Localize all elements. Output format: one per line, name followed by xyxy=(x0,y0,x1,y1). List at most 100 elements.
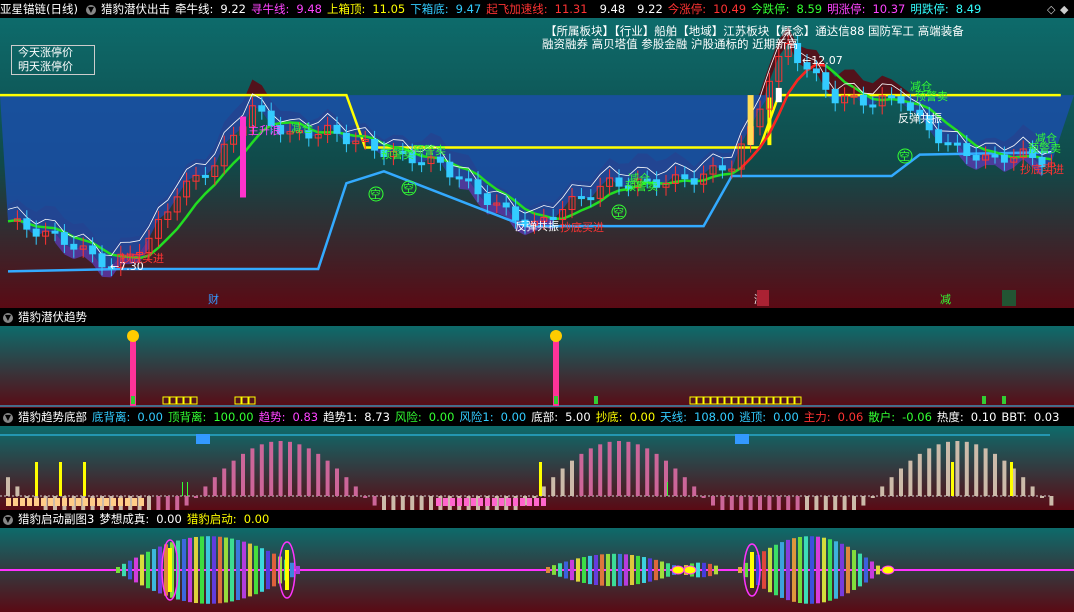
legend-value: 8.59 xyxy=(796,2,823,16)
trend-bar xyxy=(748,496,753,510)
bottom-panel[interactable] xyxy=(0,426,1074,510)
yellow-spike xyxy=(83,462,86,496)
candle-body xyxy=(89,245,97,255)
annotation-reduce: 减仓 xyxy=(291,121,313,135)
collapse-icon[interactable]: ▼ xyxy=(3,312,13,323)
annotation-warn: 预警卖 xyxy=(413,143,446,157)
trend-bar xyxy=(955,441,960,496)
bottom-dot xyxy=(55,498,60,506)
legend-value: 0.03 xyxy=(1033,410,1060,424)
candle-body xyxy=(51,230,59,234)
collapse-icon[interactable]: ▼ xyxy=(3,514,13,525)
bottom-chart[interactable] xyxy=(0,426,1074,510)
trend-title[interactable]: 猎豹潜伏趋势 xyxy=(18,310,87,324)
start-bar xyxy=(828,539,832,601)
trend-bar xyxy=(946,441,950,496)
start-dot xyxy=(671,565,685,575)
start-bar xyxy=(260,548,264,592)
main-panel[interactable]: 【所属板块】【行业】船舶【地域】江苏板块【概念】通达信88 国防军工 高端装备融… xyxy=(0,18,1074,308)
bottom-dot xyxy=(83,498,88,506)
legend-item: 风险: xyxy=(394,410,422,424)
collapse-icon[interactable]: ▼ xyxy=(3,412,13,423)
annotation-warn: 预警卖 xyxy=(1028,141,1061,155)
bottom-dot xyxy=(27,498,32,506)
candle-body xyxy=(483,193,491,206)
start-bar xyxy=(804,536,808,604)
candle-body xyxy=(258,105,266,112)
start-panel[interactable] xyxy=(0,528,1074,612)
diamond-outline-icon[interactable]: ◇ xyxy=(1047,3,1055,16)
legend-item: 风险1: xyxy=(459,410,494,424)
maximize-icon[interactable]: ◆ xyxy=(1060,3,1068,16)
concepts-line-2: 融资融券 高贝塔值 参股金融 沪股通标的 近期新高 xyxy=(542,37,798,51)
trend-bar xyxy=(823,496,828,510)
trend-bar xyxy=(635,444,640,496)
trend-bar xyxy=(147,496,151,510)
bottom-dot xyxy=(520,498,525,506)
period-label[interactable]: (日线) xyxy=(46,2,78,16)
trend-bar xyxy=(1049,496,1054,506)
trend-bar xyxy=(429,496,433,510)
candle-body xyxy=(953,142,961,146)
start-bar xyxy=(266,550,270,590)
indicator-title[interactable]: 猎豹潜伏出击 xyxy=(101,2,170,16)
start-bar xyxy=(810,536,814,604)
trend-bar xyxy=(560,468,565,496)
trend-bar xyxy=(936,444,941,496)
trend-bar xyxy=(776,496,781,510)
collapse-icon[interactable]: ▼ xyxy=(85,4,96,15)
diamond-filled-icon[interactable]: ◆ xyxy=(1060,3,1068,16)
start-bar xyxy=(858,553,862,587)
legend-value: 8.73 xyxy=(364,410,390,424)
butterfly-icon xyxy=(550,330,562,342)
top-block xyxy=(735,434,749,444)
main-chart[interactable]: 【所属板块】【行业】船舶【地域】江苏板块【概念】通达信88 国防军工 高端装备融… xyxy=(0,18,1074,308)
legend-item: 今涨停: xyxy=(667,2,707,16)
bottom-dot xyxy=(104,498,109,506)
high-price-label: ←12.07 xyxy=(802,54,843,67)
start-bar xyxy=(702,562,706,578)
candle-body xyxy=(23,218,31,230)
trend-bar xyxy=(899,468,903,496)
trend-panel[interactable] xyxy=(0,326,1074,408)
trend-bar xyxy=(24,496,29,498)
trend-bar xyxy=(212,477,217,496)
trend-bar xyxy=(767,496,772,510)
bottom-dot xyxy=(471,498,476,506)
bottom-title[interactable]: 猎豹趋势底部 xyxy=(18,410,87,424)
start-title[interactable]: 猎豹启动副图3 xyxy=(18,512,94,526)
marker-bg xyxy=(757,290,769,306)
start-bar xyxy=(188,537,192,603)
trend-bar xyxy=(842,496,847,510)
trend-chart[interactable] xyxy=(0,326,1074,408)
trend-bar xyxy=(344,477,349,496)
legend-item: 梦想成真: xyxy=(99,512,150,526)
candle-body xyxy=(502,202,510,208)
trend-bar xyxy=(410,496,415,510)
start-bar xyxy=(588,555,592,585)
candle-body xyxy=(577,196,585,200)
stock-name[interactable]: 亚星锚链 xyxy=(0,2,46,16)
legend-item: 抄底: xyxy=(595,410,623,424)
start-core xyxy=(168,548,172,592)
legend-value: 0.00 xyxy=(500,410,527,424)
legend-item: 底部: xyxy=(531,410,559,424)
yellow-spike xyxy=(539,462,542,496)
trend-bar xyxy=(795,496,800,510)
start-chart[interactable] xyxy=(0,528,1074,612)
start-bar xyxy=(570,559,574,581)
start-header: ▼ 猎豹启动副图3 梦想成真: 0.00 猎豹启动: 0.00 xyxy=(0,510,1074,528)
trend-bar xyxy=(353,486,358,496)
legend-item: 今跌停: xyxy=(751,2,790,16)
bottom-marker: 减 xyxy=(940,293,951,306)
legend-value: 10.37 xyxy=(872,2,906,16)
legend-value: 9.48 xyxy=(599,2,626,16)
trend-bar xyxy=(917,453,922,496)
minimize-icon[interactable]: ◇ xyxy=(1047,3,1055,16)
annotation-empty: 空 xyxy=(370,187,381,201)
trend-bar xyxy=(222,468,227,496)
start-bar xyxy=(822,537,826,603)
trend-bar xyxy=(654,453,659,496)
trend-bar xyxy=(758,496,762,510)
start-bar xyxy=(714,565,718,575)
